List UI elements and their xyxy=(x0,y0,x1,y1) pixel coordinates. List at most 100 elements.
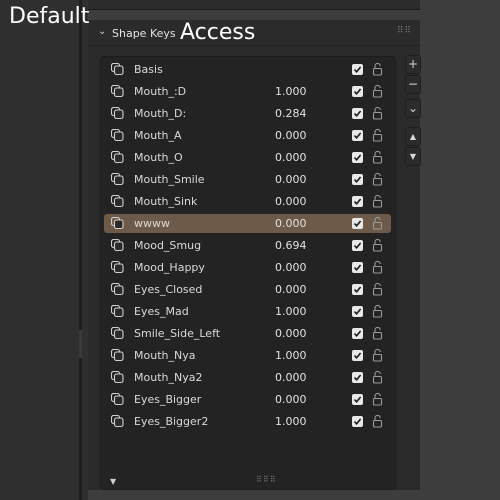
shape-key-value-field[interactable]: 0.000 xyxy=(275,173,307,186)
remove-shape-key-button[interactable]: − xyxy=(405,75,421,94)
shape-key-name[interactable]: wwww xyxy=(134,217,170,230)
shape-key-value-field[interactable]: 0.000 xyxy=(275,151,307,164)
shape-key-value-field[interactable]: 1.000 xyxy=(275,85,307,98)
shape-key-enabled-checkbox[interactable] xyxy=(352,416,363,427)
list-filter-toggle-icon[interactable]: ▼ xyxy=(110,477,116,486)
lock-icon[interactable] xyxy=(372,282,383,296)
shape-key-row[interactable]: Eyes_Bigger2 1.000 xyxy=(104,412,391,431)
shape-key-icon xyxy=(110,282,124,296)
shape-key-name[interactable]: Smile_Side_Left xyxy=(134,327,220,340)
list-resize-grip-icon[interactable]: ⠿⠿⠿ xyxy=(256,475,277,484)
lock-icon[interactable] xyxy=(372,62,383,76)
shape-key-row[interactable]: Eyes_Mad 1.000 xyxy=(104,302,391,321)
move-up-button[interactable]: ▲ xyxy=(405,127,421,146)
shape-key-name[interactable]: Mouth_O xyxy=(134,151,183,164)
lock-icon[interactable] xyxy=(372,370,383,384)
shape-key-icon xyxy=(110,106,124,120)
shape-key-enabled-checkbox[interactable] xyxy=(352,262,363,273)
shape-key-row[interactable]: wwww 0.000 xyxy=(104,214,391,233)
shape-key-value-field[interactable]: 1.000 xyxy=(275,305,307,318)
shape-key-row[interactable]: Mood_Happy 0.000 xyxy=(104,258,391,277)
editor-divider-grip[interactable] xyxy=(79,330,82,358)
lock-icon[interactable] xyxy=(372,326,383,340)
shape-key-enabled-checkbox[interactable] xyxy=(352,174,363,185)
shape-key-enabled-checkbox[interactable] xyxy=(352,64,363,75)
shape-key-icon xyxy=(110,326,124,340)
shape-key-row[interactable]: Smile_Side_Left 0.000 xyxy=(104,324,391,343)
shape-key-row[interactable]: Mouth_A 0.000 xyxy=(104,126,391,145)
lock-icon[interactable] xyxy=(372,172,383,186)
shape-key-value-field[interactable]: 0.000 xyxy=(275,129,307,142)
shape-key-enabled-checkbox[interactable] xyxy=(352,372,363,383)
drag-handle-icon[interactable]: ⠿⠿ xyxy=(397,26,412,36)
shape-key-value-field[interactable]: 0.000 xyxy=(275,195,307,208)
shape-key-value-field[interactable]: 0.000 xyxy=(275,327,307,340)
shape-key-value-field[interactable]: 0.000 xyxy=(275,371,307,384)
shape-key-enabled-checkbox[interactable] xyxy=(352,240,363,251)
shape-key-name[interactable]: Mouth_D: xyxy=(134,107,186,120)
shape-key-row[interactable]: Mouth_Nya2 0.000 xyxy=(104,368,391,387)
lock-icon[interactable] xyxy=(372,194,383,208)
shape-key-enabled-checkbox[interactable] xyxy=(352,86,363,97)
lock-icon[interactable] xyxy=(372,260,383,274)
shape-key-enabled-checkbox[interactable] xyxy=(352,306,363,317)
shape-key-row[interactable]: Mouth_Sink 0.000 xyxy=(104,192,391,211)
shape-key-specials-menu-button[interactable]: ⌄ xyxy=(405,99,421,118)
shape-key-name[interactable]: Eyes_Mad xyxy=(134,305,189,318)
shape-key-name[interactable]: Mouth_Smile xyxy=(134,173,205,186)
shape-key-name[interactable]: Mouth_Nya2 xyxy=(134,371,202,384)
lock-icon[interactable] xyxy=(372,414,383,428)
add-shape-key-button[interactable]: + xyxy=(405,55,421,74)
shape-key-enabled-checkbox[interactable] xyxy=(352,350,363,361)
shape-key-value-field[interactable]: 0.000 xyxy=(275,217,307,230)
shape-key-value-field[interactable]: 0.000 xyxy=(275,283,307,296)
shape-key-row[interactable]: Eyes_Bigger 0.000 xyxy=(104,390,391,409)
shape-key-name[interactable]: Eyes_Bigger2 xyxy=(134,415,208,428)
overlay-label-access: Access xyxy=(180,20,256,45)
shape-key-row[interactable]: Mood_Smug 0.694 xyxy=(104,236,391,255)
shape-key-name[interactable]: Mood_Smug xyxy=(134,239,201,252)
editor-divider[interactable] xyxy=(79,0,82,500)
shape-key-enabled-checkbox[interactable] xyxy=(352,152,363,163)
shape-key-name[interactable]: Mouth_A xyxy=(134,129,182,142)
shape-key-icon xyxy=(110,392,124,406)
shape-key-enabled-checkbox[interactable] xyxy=(352,394,363,405)
shape-key-name[interactable]: Mouth_Nya xyxy=(134,349,195,362)
chevron-down-icon[interactable]: ⌄ xyxy=(98,26,106,37)
lock-icon[interactable] xyxy=(372,84,383,98)
shape-key-name[interactable]: Mood_Happy xyxy=(134,261,205,274)
shape-key-row[interactable]: Eyes_Closed 0.000 xyxy=(104,280,391,299)
shape-key-row[interactable]: Mouth_Smile 0.000 xyxy=(104,170,391,189)
lock-icon[interactable] xyxy=(372,238,383,252)
shape-key-enabled-checkbox[interactable] xyxy=(352,130,363,141)
shape-key-enabled-checkbox[interactable] xyxy=(352,284,363,295)
shape-key-name[interactable]: Mouth_Sink xyxy=(134,195,197,208)
shape-key-value-field[interactable]: 0.000 xyxy=(275,393,307,406)
shape-key-name[interactable]: Eyes_Bigger xyxy=(134,393,201,406)
shape-key-row[interactable]: Mouth_:D 1.000 xyxy=(104,82,391,101)
shape-key-value-field[interactable]: 1.000 xyxy=(275,349,307,362)
shape-key-row[interactable]: Mouth_Nya 1.000 xyxy=(104,346,391,365)
shape-key-value-field[interactable]: 0.000 xyxy=(275,261,307,274)
lock-icon[interactable] xyxy=(372,392,383,406)
shape-key-enabled-checkbox[interactable] xyxy=(352,108,363,119)
shape-key-row[interactable]: Basis xyxy=(104,60,391,79)
shape-key-row[interactable]: Mouth_O 0.000 xyxy=(104,148,391,167)
shape-key-value-field[interactable]: 0.284 xyxy=(275,107,307,120)
shape-key-name[interactable]: Basis xyxy=(134,63,163,76)
lock-icon[interactable] xyxy=(372,150,383,164)
shape-key-value-field[interactable]: 0.694 xyxy=(275,239,307,252)
lock-icon[interactable] xyxy=(372,128,383,142)
shape-key-name[interactable]: Mouth_:D xyxy=(134,85,186,98)
lock-icon[interactable] xyxy=(372,216,383,230)
shape-key-enabled-checkbox[interactable] xyxy=(352,328,363,339)
shape-key-row[interactable]: Mouth_D: 0.284 xyxy=(104,104,391,123)
shape-key-enabled-checkbox[interactable] xyxy=(352,218,363,229)
shape-key-value-field[interactable]: 1.000 xyxy=(275,415,307,428)
lock-icon[interactable] xyxy=(372,304,383,318)
shape-key-name[interactable]: Eyes_Closed xyxy=(134,283,202,296)
shape-key-enabled-checkbox[interactable] xyxy=(352,196,363,207)
lock-icon[interactable] xyxy=(372,348,383,362)
move-down-button[interactable]: ▼ xyxy=(405,147,421,166)
lock-icon[interactable] xyxy=(372,106,383,120)
